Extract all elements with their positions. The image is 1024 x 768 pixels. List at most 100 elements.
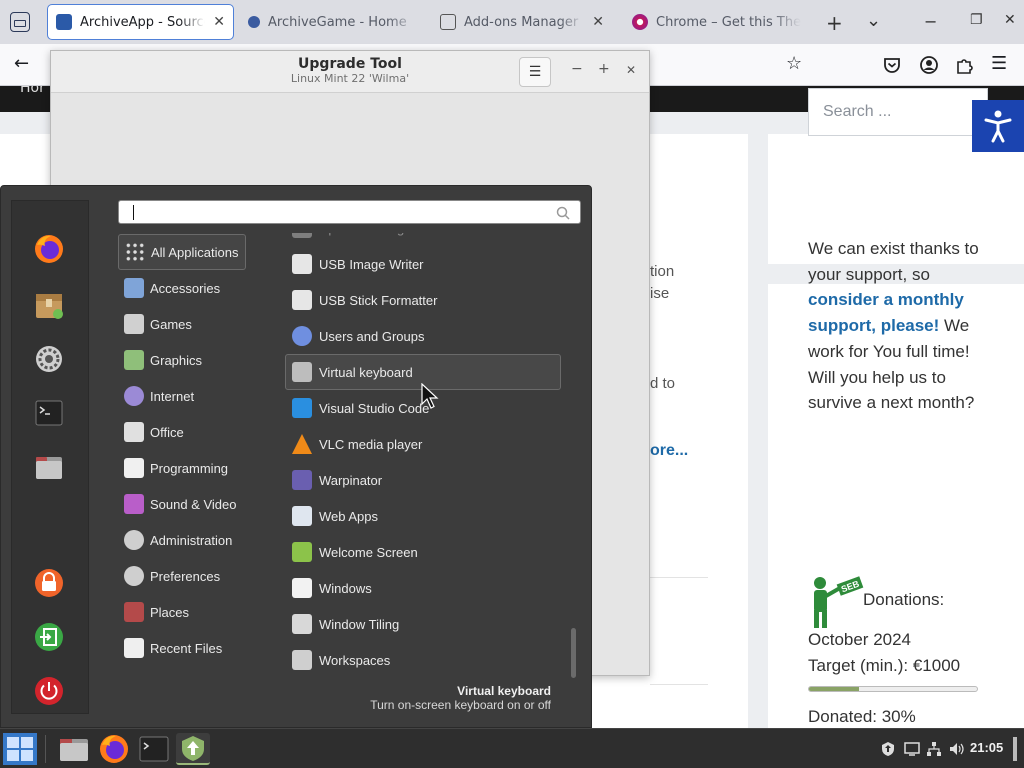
category-preferences[interactable]: Preferences bbox=[118, 558, 246, 594]
workspaces-icon bbox=[292, 650, 312, 670]
window-minimize-button[interactable]: − bbox=[924, 12, 937, 31]
pocket-icon[interactable] bbox=[883, 56, 901, 74]
files-icon[interactable] bbox=[33, 451, 65, 483]
app-usb-stick-formatter[interactable]: USB Stick Formatter bbox=[285, 282, 561, 318]
new-tab-button[interactable]: + bbox=[826, 11, 843, 35]
upgrade-tool-maximize-button[interactable]: + bbox=[598, 61, 610, 77]
start-menu-icon[interactable] bbox=[3, 733, 37, 765]
volume-icon[interactable] bbox=[948, 741, 964, 757]
places-icon bbox=[124, 602, 144, 622]
update-shield-icon[interactable] bbox=[880, 741, 896, 757]
upgrade-tool-close-button[interactable]: ✕ bbox=[626, 63, 636, 77]
site-search-input[interactable]: Search ... bbox=[808, 88, 988, 136]
app-workspaces[interactable]: Workspaces bbox=[285, 642, 561, 678]
shutdown-icon[interactable] bbox=[33, 675, 65, 707]
accessibility-icon bbox=[984, 110, 1012, 143]
category-office[interactable]: Office bbox=[118, 414, 246, 450]
tab-addons-manager[interactable]: Add-ons Manager ✕ bbox=[432, 4, 612, 40]
app-warpinator[interactable]: Warpinator bbox=[285, 462, 561, 498]
tab-overview-icon[interactable] bbox=[10, 12, 30, 32]
upgrade-tool-menu-button[interactable]: ☰ bbox=[519, 57, 551, 87]
category-label: Recent Files bbox=[150, 640, 223, 656]
read-more-link[interactable]: ore... bbox=[650, 442, 688, 460]
donation-progress-fill bbox=[809, 687, 860, 691]
category-recent-files[interactable]: Recent Files bbox=[118, 630, 246, 666]
category-programming[interactable]: Programming bbox=[118, 450, 246, 486]
package-manager-icon[interactable] bbox=[33, 289, 65, 321]
firefox-icon[interactable] bbox=[33, 233, 65, 265]
upgrade-tool-taskbar-button[interactable] bbox=[176, 733, 210, 765]
tab-chrome-theme[interactable]: Chrome – Get this The bbox=[624, 4, 809, 40]
office-icon bbox=[124, 422, 144, 442]
system-settings-icon[interactable] bbox=[33, 343, 65, 375]
app-update-manager[interactable]: Update Manager bbox=[285, 233, 561, 246]
app-users-and-groups[interactable]: Users and Groups bbox=[285, 318, 561, 354]
app-window-tiling[interactable]: Window Tiling bbox=[285, 606, 561, 642]
show-desktop-button[interactable] bbox=[1013, 737, 1017, 761]
category-games[interactable]: Games bbox=[118, 306, 246, 342]
donation-progress-bar bbox=[808, 686, 978, 692]
category-label: Preferences bbox=[150, 568, 221, 584]
logout-icon[interactable] bbox=[33, 621, 65, 653]
article-text-fragment: d to bbox=[650, 375, 676, 392]
category-accessories[interactable]: Accessories bbox=[118, 270, 246, 306]
tab-title: Chrome – Get this The bbox=[656, 14, 801, 30]
window-close-button[interactable]: ✕ bbox=[1004, 12, 1016, 28]
app-label: Welcome Screen bbox=[319, 544, 418, 560]
archiveapp-favicon-icon bbox=[56, 14, 72, 30]
category-sound-video[interactable]: Sound & Video bbox=[118, 486, 246, 522]
favorites-panel bbox=[11, 200, 89, 714]
upgrade-tool-minimize-button[interactable]: − bbox=[571, 61, 583, 77]
lock-screen-icon[interactable] bbox=[33, 567, 65, 599]
category-administration[interactable]: Administration bbox=[118, 522, 246, 558]
close-tab-icon[interactable]: ✕ bbox=[213, 14, 225, 30]
tab-archivegame[interactable]: ArchiveGame - Home bbox=[240, 4, 430, 40]
accessibility-button[interactable] bbox=[972, 100, 1024, 152]
support-link[interactable]: consider a monthly support, please! bbox=[808, 290, 964, 335]
tab-title: ArchiveApp - Source o bbox=[80, 14, 205, 30]
preferences-icon bbox=[124, 566, 144, 586]
list-all-tabs-button[interactable]: ⌄ bbox=[866, 10, 881, 31]
app-list-scrollbar[interactable] bbox=[571, 628, 576, 678]
app-label: Windows bbox=[319, 580, 372, 596]
close-tab-icon[interactable]: ✕ bbox=[592, 14, 604, 30]
window-maximize-button[interactable]: ❐ bbox=[970, 12, 983, 28]
bookmark-star-button[interactable]: ☆ bbox=[786, 53, 802, 74]
app-welcome-screen[interactable]: Welcome Screen bbox=[285, 534, 561, 570]
app-web-apps[interactable]: Web Apps bbox=[285, 498, 561, 534]
account-icon[interactable] bbox=[919, 55, 939, 75]
terminal-icon[interactable] bbox=[137, 733, 171, 765]
category-graphics[interactable]: Graphics bbox=[118, 342, 246, 378]
search-icon bbox=[556, 206, 570, 220]
firefox-icon[interactable] bbox=[97, 733, 131, 765]
tab-title: Add-ons Manager bbox=[464, 14, 579, 30]
usb-stick-formatter-icon bbox=[292, 290, 312, 310]
extensions-icon[interactable] bbox=[955, 55, 975, 75]
upgrade-tool-icon bbox=[182, 736, 204, 761]
category-label: Graphics bbox=[150, 352, 203, 368]
update-manager-icon bbox=[292, 233, 312, 238]
files-icon[interactable] bbox=[57, 733, 91, 765]
category-internet[interactable]: Internet bbox=[118, 378, 246, 414]
menu-search-input[interactable] bbox=[118, 200, 581, 224]
browser-tab-bar: ArchiveApp - Source o ✕ ArchiveGame - Ho… bbox=[0, 0, 1024, 44]
nav-link-home[interactable]: Hor bbox=[20, 86, 45, 96]
app-label: USB Stick Formatter bbox=[319, 292, 438, 308]
app-vlc-media-player[interactable]: VLC media player bbox=[285, 426, 561, 462]
display-icon[interactable] bbox=[904, 741, 920, 757]
app-label: USB Image Writer bbox=[319, 256, 424, 272]
puzzle-icon bbox=[440, 14, 456, 30]
app-menu-button[interactable]: ☰ bbox=[991, 53, 1007, 74]
app-windows[interactable]: Windows bbox=[285, 570, 561, 606]
tab-archiveapp[interactable]: ArchiveApp - Source o ✕ bbox=[47, 4, 234, 40]
clock[interactable]: 21:05 bbox=[970, 740, 1003, 755]
category-all-applications[interactable]: All Applications bbox=[118, 234, 246, 270]
app-label: Workspaces bbox=[319, 652, 391, 668]
category-places[interactable]: Places bbox=[118, 594, 246, 630]
back-button[interactable]: ← bbox=[14, 53, 29, 74]
network-icon[interactable] bbox=[926, 741, 942, 757]
upgrade-tool-titlebar[interactable]: Upgrade Tool Linux Mint 22 'Wilma' ☰ − +… bbox=[51, 51, 649, 93]
app-label: Visual Studio Code bbox=[319, 400, 430, 416]
terminal-icon[interactable] bbox=[33, 397, 65, 429]
app-usb-image-writer[interactable]: USB Image Writer bbox=[285, 246, 561, 282]
